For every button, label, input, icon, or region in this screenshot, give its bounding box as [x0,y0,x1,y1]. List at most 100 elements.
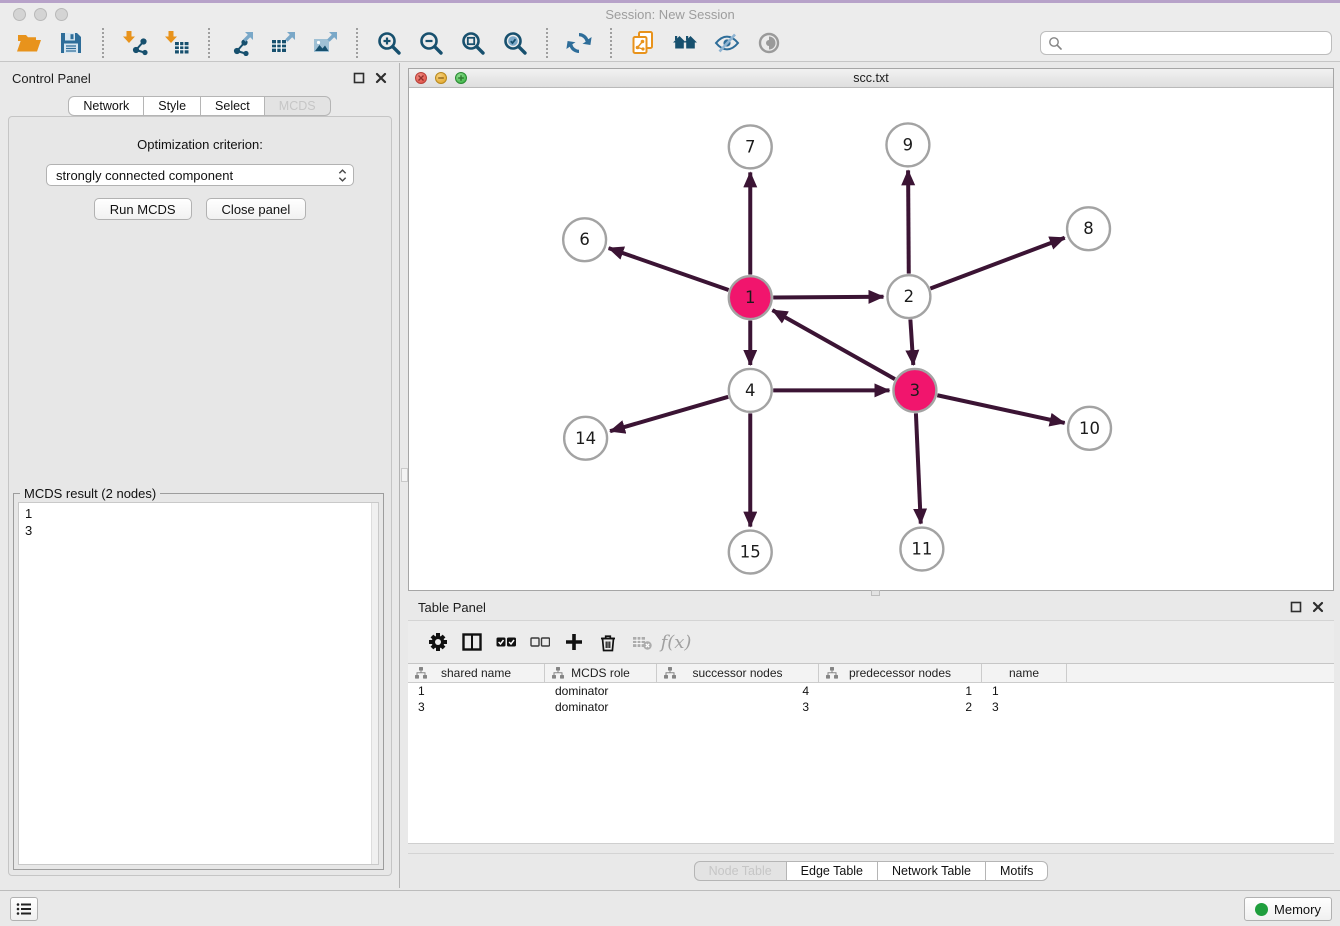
network-maximize-button[interactable] [455,72,467,84]
graph-node-4[interactable]: 4 [729,369,772,412]
graph-node-8[interactable]: 8 [1067,207,1110,250]
column-header-successor-nodes[interactable]: successor nodes [657,664,819,682]
cell-name[interactable]: 1 [982,683,1067,699]
graph-node-11[interactable]: 11 [900,528,943,571]
cell-mcds-role[interactable]: dominator [545,699,657,715]
export-network-button[interactable] [226,28,256,58]
select-all-rows-icon [496,632,516,652]
cell-predecessor-nodes[interactable]: 1 [819,683,982,699]
save-session-button[interactable] [56,28,86,58]
tab-style[interactable]: Style [144,96,201,116]
cell-shared-name[interactable]: 1 [408,683,545,699]
network-canvas[interactable]: 7 9 6 8 1 2 4 3 14 10 15 11 [409,88,1333,590]
tab-edge-table[interactable]: Edge Table [787,861,878,881]
cell-shared-name[interactable]: 3 [408,699,545,715]
task-history-button[interactable] [10,897,38,921]
tab-node-table[interactable]: Node Table [694,861,787,881]
panel-splitter-grip[interactable] [401,468,408,482]
graph-node-14[interactable]: 14 [564,417,607,460]
cell-name[interactable]: 3 [982,699,1067,715]
table-settings-icon [428,632,448,652]
column-header-predecessor-nodes[interactable]: predecessor nodes [819,664,982,682]
hide-selected-button[interactable] [712,28,742,58]
toggle-panel-layout-icon [462,632,482,652]
selected-criterion-value: strongly connected component [56,168,338,183]
graph-edge-1-2[interactable] [773,297,883,298]
graph-edge-2-8[interactable] [930,238,1064,289]
network-window-title: scc.txt [409,71,1333,85]
memory-button[interactable]: Memory [1244,897,1332,921]
svg-text:9: 9 [903,135,913,154]
close-panel-icon[interactable] [374,72,387,85]
open-session-button[interactable] [14,28,44,58]
tab-network-table[interactable]: Network Table [878,861,986,881]
graph-node-7[interactable]: 7 [729,125,772,168]
export-table-button[interactable] [268,28,298,58]
result-scrollbar[interactable] [371,503,378,864]
mcds-result-text[interactable]: 1 3 [19,503,371,864]
table-settings-button[interactable] [421,627,455,657]
graph-node-15[interactable]: 15 [729,531,772,574]
network-minimize-button[interactable] [435,72,447,84]
clone-network-button[interactable] [628,28,658,58]
graph-node-1[interactable]: 1 [729,276,772,319]
search-input[interactable] [1067,36,1324,51]
deselect-all-rows-button[interactable] [523,627,557,657]
select-all-rows-button[interactable] [489,627,523,657]
optimization-criterion-label: Optimization criterion: [9,137,391,152]
column-label: name [1009,666,1039,680]
app-titlebar: Session: New Session [0,3,1340,25]
column-header-mcds-role[interactable]: MCDS role [545,664,657,682]
first-neighbors-icon [672,30,698,56]
cell-successor-nodes[interactable]: 4 [657,683,819,699]
zoom-selected-button[interactable] [500,28,530,58]
graph-node-10[interactable]: 10 [1068,407,1111,450]
svg-text:1: 1 [745,288,755,307]
close-table-panel-icon[interactable] [1311,601,1324,614]
graph-edge-3-11[interactable] [916,413,921,523]
graph-node-2[interactable]: 2 [887,275,930,318]
cell-successor-nodes[interactable]: 3 [657,699,819,715]
delete-column-button[interactable] [591,627,625,657]
zoom-in-button[interactable] [374,28,404,58]
control-panel-header: Control Panel [0,63,399,93]
graph-edge-3-10[interactable] [937,395,1064,423]
graph-edge-2-3[interactable] [910,319,913,365]
graph-edge-4-14[interactable] [610,397,728,431]
graph-edge-2-9[interactable] [908,170,909,273]
zoom-fit-button[interactable] [458,28,488,58]
import-table-button[interactable] [162,28,192,58]
graph-node-3[interactable]: 3 [893,369,936,412]
column-header-shared-name[interactable]: shared name [408,664,545,682]
zoom-out-button[interactable] [416,28,446,58]
add-column-button[interactable] [557,627,591,657]
column-type-icon [415,667,427,679]
run-mcds-button[interactable]: Run MCDS [94,198,192,220]
search-field[interactable] [1040,31,1332,55]
cell-predecessor-nodes[interactable]: 2 [819,699,982,715]
first-neighbors-button[interactable] [670,28,700,58]
tab-select[interactable]: Select [201,96,265,116]
optimization-criterion-select[interactable]: strongly connected component [46,164,354,186]
export-image-button[interactable] [310,28,340,58]
graph-edge-3-1[interactable] [772,310,894,379]
toggle-panel-layout-button[interactable] [455,627,489,657]
column-header-name[interactable]: name [982,664,1067,682]
close-panel-button[interactable]: Close panel [206,198,307,220]
cell-mcds-role[interactable]: dominator [545,683,657,699]
float-panel-icon[interactable] [352,72,365,85]
network-close-button[interactable] [415,72,427,84]
tab-motifs[interactable]: Motifs [986,861,1048,881]
graph-node-9[interactable]: 9 [886,123,929,166]
graph-node-6[interactable]: 6 [563,218,606,261]
graph-edge-1-6[interactable] [609,248,729,290]
tab-mcds[interactable]: MCDS [265,96,331,116]
table-row-2[interactable]: 3dominator323 [408,699,1334,715]
import-network-button[interactable] [120,28,150,58]
tab-network[interactable]: Network [68,96,144,116]
network-window-titlebar[interactable]: scc.txt [409,69,1333,88]
refresh-layout-button[interactable] [564,28,594,58]
control-panel: Control Panel NetworkStyleSelectMCDS Opt… [0,63,400,888]
table-row-1[interactable]: 1dominator411 [408,683,1334,699]
float-table-panel-icon[interactable] [1289,601,1302,614]
